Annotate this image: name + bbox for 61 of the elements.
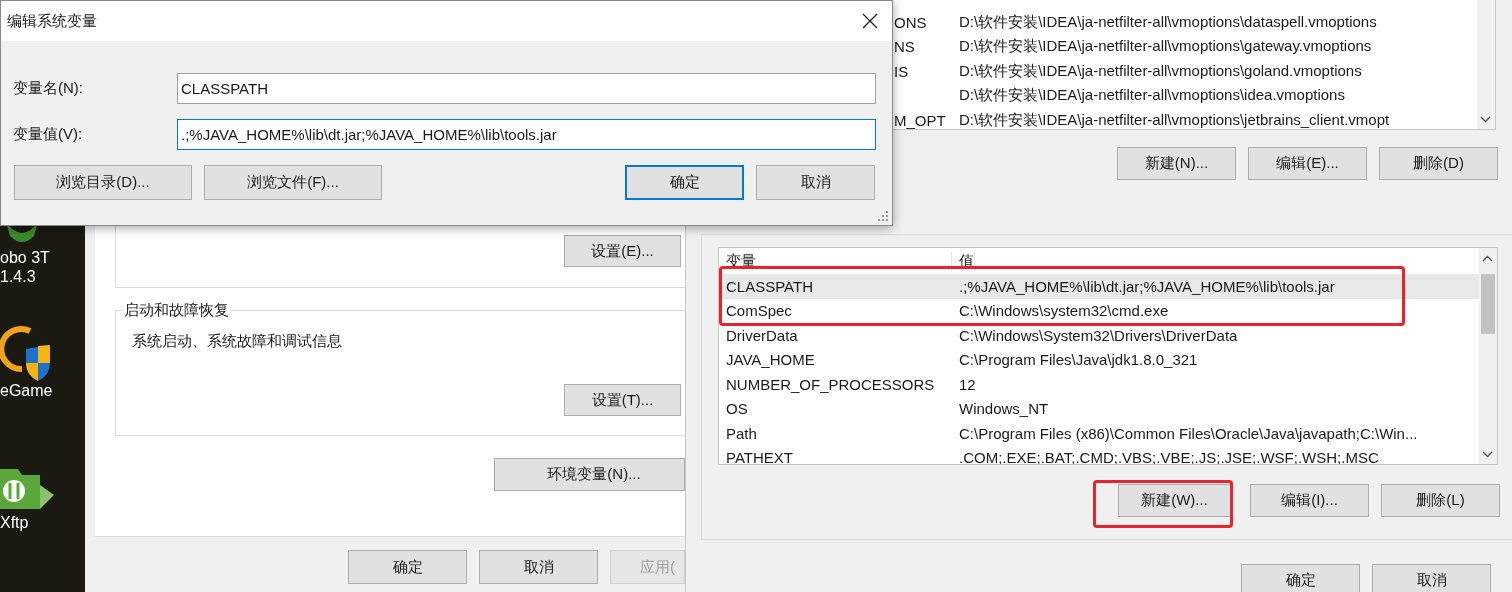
variable-value: Windows_NT	[958, 400, 1049, 418]
scrollbar-thumb[interactable]	[1481, 274, 1495, 334]
variable-name: NS	[894, 38, 916, 56]
icon-label: obo 3T	[0, 248, 50, 267]
variable-value: D:\软件安装\IDEA\ja-netfilter-all\vmoptions\gateway.vmoptions	[959, 37, 1372, 57]
dialog-button[interactable]: 浏览文件(F)...	[204, 165, 382, 200]
variable-name: Path	[725, 424, 758, 442]
resize-grip-icon[interactable]	[878, 211, 888, 221]
variable-name: IS	[894, 62, 910, 80]
variable-name: JAVA_HOME	[725, 351, 816, 369]
chevron-down-icon[interactable]	[1482, 451, 1493, 458]
variable-value: D:\软件安装\IDEA\ja-netfilter-all\vmoptions\jetbrains_client.vmopt	[959, 110, 1390, 129]
group-title: 启动和故障恢复	[122, 301, 231, 319]
icon-label: Xftp	[0, 513, 29, 532]
variable-name: PATHEXT	[725, 449, 794, 464]
variable-value: 12	[958, 375, 976, 393]
variable-value: D:\软件安装\IDEA\ja-netfilter-all\vmoptions\goland.vmoptions	[959, 61, 1362, 81]
variable-name: ONS	[894, 13, 928, 31]
field-label: 变量值(V):	[13, 125, 84, 144]
settings-button[interactable]: 设置(E)...	[564, 235, 681, 267]
variable-name: OS	[725, 400, 749, 418]
variable-value: C:\Program Files (x86)\Common Files\Oracle\Java\javapath;C:\Win...	[958, 424, 1418, 442]
input-field[interactable]: CLASSPATH	[177, 73, 876, 104]
window-title: 编辑系统变量	[7, 11, 97, 31]
dialog-button[interactable]: 浏览目录(D)...	[14, 165, 192, 200]
settings-button[interactable]: 设置(T)...	[564, 384, 681, 416]
variable-button[interactable]: 新建(N)...	[1117, 147, 1236, 180]
variable-name: DriverData	[725, 326, 799, 344]
close-icon[interactable]	[862, 13, 878, 29]
chevron-down-icon[interactable]	[1480, 116, 1491, 123]
group-description: 系统启动、系统故障和调试信息	[132, 331, 342, 351]
variable-value: D:\软件安装\IDEA\ja-netfilter-all\vmoptions\dataspell.vmoptions	[959, 12, 1377, 32]
dialog-button[interactable]: 确定	[625, 165, 744, 200]
input-field[interactable]: .;%JAVA_HOME%\lib\dt.jar;%JAVA_HOME%\lib\tools.jar	[177, 119, 876, 150]
variable-name: ComSpec	[725, 302, 793, 320]
variable-value: .;%JAVA_HOME%\lib\dt.jar;%JAVA_HOME%\lib\tools.jar	[958, 277, 1335, 295]
selected-row[interactable]: CLASSPATH .;%JAVA_HOME%\lib\dt.jar;%JAVA_HOME%\lib\tools.jar	[719, 274, 1479, 299]
variable-button[interactable]: 删除(D)	[1379, 147, 1498, 180]
icon-label: 1.4.3	[0, 267, 36, 286]
variable-value: C:\Windows\system32\cmd.exe	[958, 302, 1169, 320]
variable-name: CLASSPATH	[725, 277, 814, 295]
variable-button[interactable]: 新建(W)...	[1118, 484, 1231, 517]
scrollbar[interactable]	[1479, 248, 1497, 464]
chevron-up-icon[interactable]	[1482, 255, 1493, 262]
dialog-button[interactable]: 取消	[1372, 564, 1491, 592]
variable-button[interactable]: 编辑(I)...	[1250, 484, 1369, 517]
field-label: 变量名(N):	[13, 79, 84, 98]
dialog-button[interactable]: 确定	[1241, 564, 1360, 592]
icon-label: eGame	[0, 381, 53, 400]
variable-button[interactable]: 删除(L)	[1381, 484, 1500, 517]
variable-name: M_OPT	[894, 111, 947, 129]
environment-variables-button[interactable]: 环境变量(N)...	[494, 458, 685, 491]
dialog-button[interactable]: 确定	[348, 550, 467, 584]
dialog-button[interactable]: 取消	[756, 165, 875, 200]
variable-value: C:\Program Files\Java\jdk1.8.0_321	[958, 351, 1198, 369]
variable-name: NUMBER_OF_PROCESSORS	[725, 375, 936, 393]
variable-button[interactable]: 编辑(E)...	[1248, 147, 1367, 180]
scrollbar[interactable]	[1477, 0, 1495, 129]
dialog-button[interactable]: 取消	[479, 550, 598, 584]
variable-value: C:\Windows\System32\Drivers\DriverData	[958, 326, 1238, 344]
variable-value: D:\软件安装\IDEA\ja-netfilter-all\vmoptions\idea.vmoptions	[959, 86, 1345, 106]
